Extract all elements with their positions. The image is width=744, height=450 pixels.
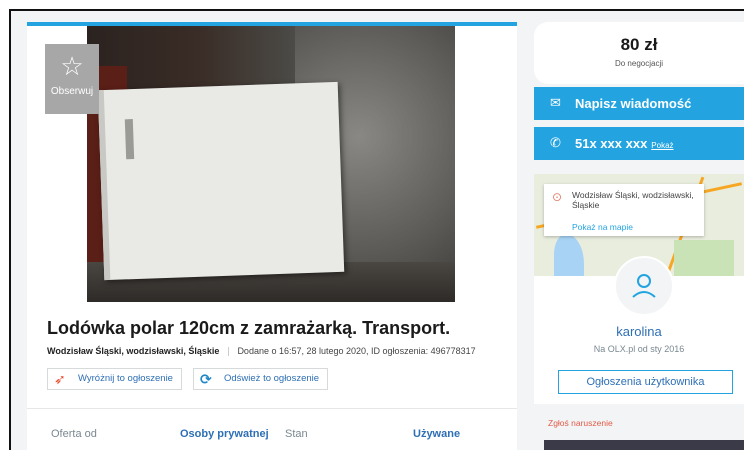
avatar [614,256,674,316]
send-message-button[interactable]: ✉ Napisz wiadomość [534,87,744,120]
seller-ads-button[interactable]: Ogłoszenia użytkownika [558,370,733,394]
section-divider [27,408,517,409]
listing-photo[interactable] [87,26,455,302]
promote-label: Wyróżnij to ogłoszenie [78,373,173,384]
fridge-handle [124,119,135,160]
refresh-icon: ⟳ [200,371,212,387]
map-address: Wodzisław Śląski, wodzisławski, Śląskie [572,190,694,210]
star-icon: ☆ [60,51,84,81]
listing-location[interactable]: Wodzisław Śląski, wodzisławski, Śląskie [47,346,219,356]
listing-meta: Wodzisław Śląski, wodzisławski, Śląskie … [47,346,476,357]
report-link[interactable]: Zgłoś naruszenie [548,418,613,428]
listing-added: Dodane o 16:57, 28 lutego 2020, ID ogłos… [237,346,476,356]
price-box: 80 zł Do negocjacji [534,22,744,84]
ad-thumbnail[interactable] [544,440,744,450]
spec-key-condition: Stan [285,428,308,440]
map-water [554,234,584,276]
spec-key-offer-from: Oferta od [51,428,97,440]
observe-button[interactable]: ☆ Obserwuj [45,44,99,114]
refresh-label: Odśwież to ogłoszenie [224,373,320,384]
map-pin-icon: ⊙ [552,190,563,204]
promote-button[interactable]: ➶ Wyróżnij to ogłoszenie [47,368,182,390]
seller-box: ⊙ Wodzisław Śląski, wodzisławski, Śląski… [534,174,744,404]
listing-card: ☆ Obserwuj Lodówka polar 120cm z zamraża… [27,22,517,450]
user-icon [632,274,656,298]
price: 80 zł [620,35,658,54]
show-phone-link[interactable]: Pokaż [651,141,673,150]
phone-icon: ✆ [550,135,561,150]
meta-divider [227,347,229,357]
seller-since: Na OLX.pl od sty 2016 [593,344,685,354]
price-negotiable: Do negocjacji [614,59,664,68]
phone-masked: 51x xxx xxx [575,136,648,151]
observe-label: Obserwuj [50,86,94,97]
phone-number: 51x xxx xxx Pokaż [575,136,674,151]
refresh-button[interactable]: ⟳ Odśwież to ogłoszenie [193,368,329,390]
seller-name[interactable]: karolina [534,324,744,339]
envelope-icon: ✉ [550,95,561,110]
listing-title: Lodówka polar 120cm z zamrażarką. Transp… [47,318,451,338]
photo-fridge [97,81,345,281]
show-on-map-link[interactable]: Pokaż na mapie [572,222,633,232]
map-location-card: ⊙ Wodzisław Śląski, wodzisławski, Śląski… [544,184,704,236]
spec-value-offer-from[interactable]: Osoby prywatnej [180,428,269,440]
spec-value-condition[interactable]: Używane [413,428,460,440]
send-message-label: Napisz wiadomość [575,96,692,111]
phone-button[interactable]: ✆ 51x xxx xxx Pokaż [534,127,744,160]
kite-icon: ➶ [54,371,66,387]
map-park [674,240,734,276]
